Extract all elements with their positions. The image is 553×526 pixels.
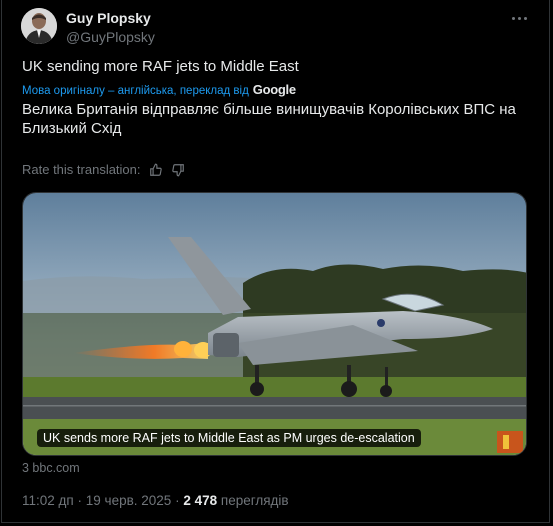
thumbs-down-icon[interactable] xyxy=(171,163,185,177)
author-handle[interactable]: @GuyPlopsky xyxy=(66,29,155,45)
views-label: переглядів xyxy=(220,493,289,508)
thumbs-up-icon[interactable] xyxy=(149,163,163,177)
translation-note-text: Мова оригіналу – англійська, переклад ві… xyxy=(22,85,249,97)
card-domain[interactable]: 3 bbc.com xyxy=(22,461,80,475)
google-logo: Google xyxy=(252,82,296,97)
tweet-container: Guy Plopsky @GuyPlopsky UK sending more … xyxy=(1,0,550,523)
rate-translation-label: Rate this translation: xyxy=(22,162,141,177)
views-count: 2 478 xyxy=(183,493,218,508)
rate-translation: Rate this translation: xyxy=(22,162,185,177)
tweet-meta: 11:02 дп · 19 черв. 2025 · 2 478 перегля… xyxy=(22,493,289,508)
avatar-image xyxy=(21,8,57,44)
link-card[interactable]: UK sends more RAF jets to Middle East as… xyxy=(22,192,527,456)
more-horizontal-icon xyxy=(510,16,528,20)
tweet-date[interactable]: 19 черв. 2025 xyxy=(86,493,172,508)
tweet-text: UK sending more RAF jets to Middle East xyxy=(22,58,299,75)
card-image xyxy=(23,193,526,455)
translated-text: Велика Британія відправляє більше винищу… xyxy=(22,101,516,137)
author-name[interactable]: Guy Plopsky xyxy=(66,10,151,26)
tweet-time[interactable]: 11:02 дп xyxy=(22,493,74,508)
card-caption: UK sends more RAF jets to Middle East as… xyxy=(37,429,421,447)
meta-separator-2: · xyxy=(175,493,180,508)
more-options-button[interactable] xyxy=(506,8,532,28)
translation-note[interactable]: Мова оригіналу – англійська, переклад ві… xyxy=(22,82,296,97)
avatar[interactable] xyxy=(21,8,57,44)
meta-separator: · xyxy=(77,493,83,508)
